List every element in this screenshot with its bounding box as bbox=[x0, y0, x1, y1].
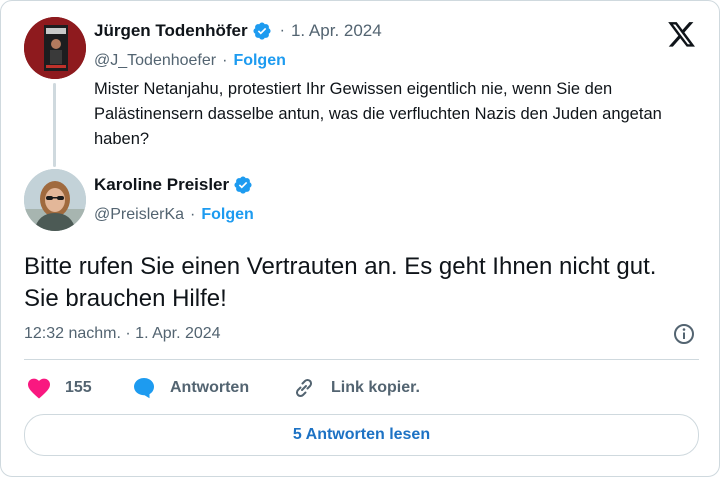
embedded-tweet-card: Jürgen Todenhöfer · 1. Apr. 2024 @J_Tode… bbox=[0, 0, 720, 477]
x-logo-icon[interactable] bbox=[668, 22, 696, 48]
copy-link-button[interactable]: Link kopier. bbox=[331, 379, 420, 397]
thread-connector-line bbox=[53, 83, 56, 167]
like-count[interactable]: 155 bbox=[65, 379, 92, 397]
heart-icon[interactable] bbox=[27, 377, 51, 399]
speech-bubble-icon[interactable] bbox=[132, 376, 156, 400]
follow-button[interactable]: Folgen bbox=[233, 52, 285, 70]
separator: · bbox=[222, 52, 228, 69]
link-icon[interactable] bbox=[292, 376, 316, 400]
quoted-tweet-handle-row: @J_Todenhoefer · Folgen bbox=[94, 52, 286, 70]
reply-timestamp[interactable]: 12:32 nachm. · 1. Apr. 2024 bbox=[24, 325, 221, 343]
info-icon[interactable] bbox=[673, 323, 695, 345]
verified-badge-icon bbox=[233, 175, 253, 195]
separator: · bbox=[279, 22, 285, 39]
divider bbox=[24, 359, 699, 360]
read-replies-label: 5 Antworten lesen bbox=[292, 426, 431, 443]
separator: · bbox=[190, 206, 196, 223]
quoted-tweet-text: Mister Netanjahu, protestiert Ihr Gewiss… bbox=[94, 80, 662, 148]
quoted-tweet-header: Jürgen Todenhöfer · 1. Apr. 2024 bbox=[94, 21, 382, 41]
avatar-todenhoefer[interactable] bbox=[24, 17, 86, 79]
reply-header: Karoline Preisler bbox=[94, 175, 253, 195]
reply-handle-row: @PreislerKa · Folgen bbox=[94, 206, 254, 224]
read-replies-button[interactable]: 5 Antworten lesen bbox=[24, 414, 699, 456]
quoted-tweet-date[interactable]: 1. Apr. 2024 bbox=[291, 21, 382, 41]
author-handle[interactable]: @J_Todenhoefer bbox=[94, 52, 216, 70]
author-handle[interactable]: @PreislerKa bbox=[94, 206, 184, 224]
reply-text: Bitte rufen Sie einen Vertrauten an. Es … bbox=[24, 253, 657, 312]
author-name[interactable]: Jürgen Todenhöfer bbox=[94, 21, 248, 41]
avatar-preisler[interactable] bbox=[24, 169, 86, 231]
reply-button[interactable]: Antworten bbox=[170, 379, 249, 397]
follow-button[interactable]: Folgen bbox=[201, 206, 253, 224]
author-name[interactable]: Karoline Preisler bbox=[94, 175, 229, 195]
verified-badge-icon bbox=[252, 21, 272, 41]
